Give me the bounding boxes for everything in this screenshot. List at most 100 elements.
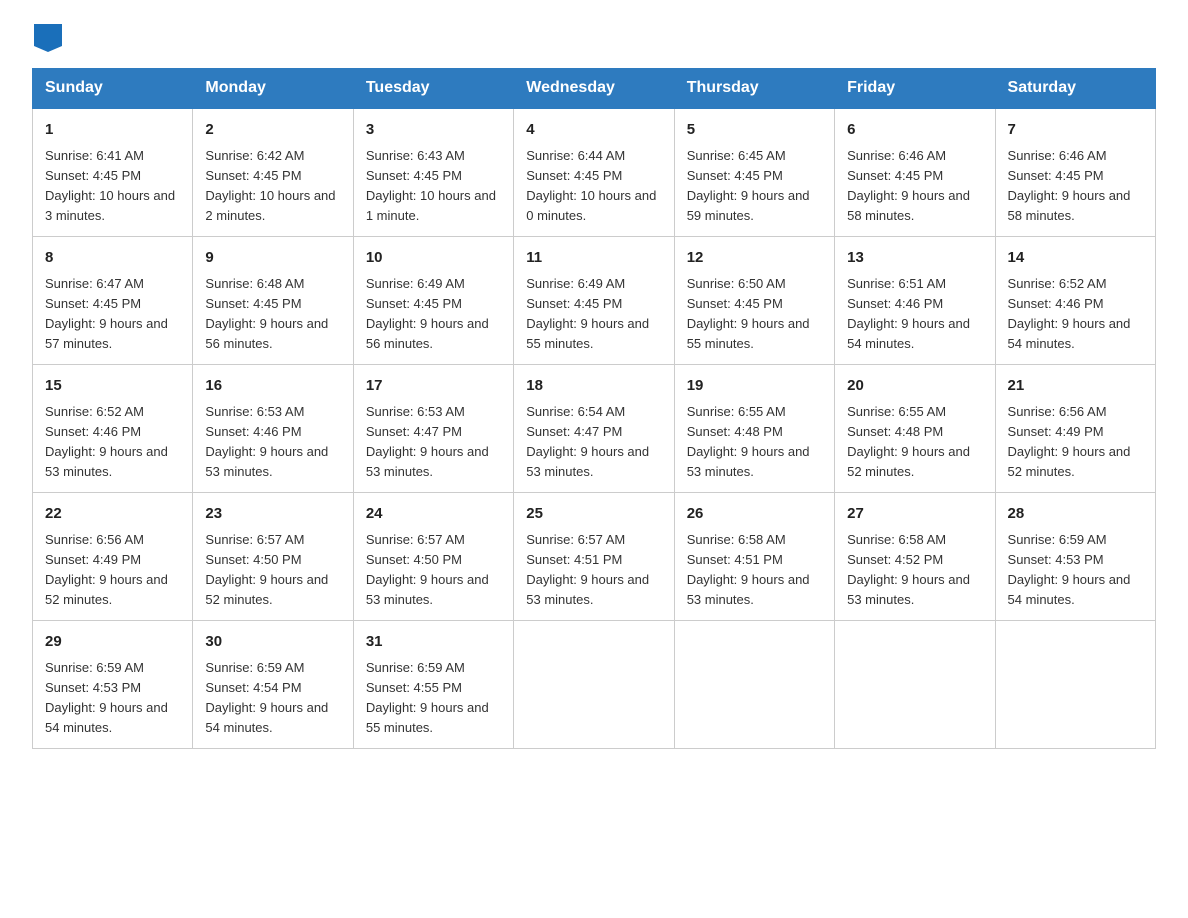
day-number: 5 xyxy=(687,119,822,142)
calendar-table: SundayMondayTuesdayWednesdayThursdayFrid… xyxy=(32,68,1156,749)
calendar-day-cell: 2 Sunrise: 6:42 AMSunset: 4:45 PMDaylight… xyxy=(193,108,353,237)
calendar-day-cell: 29 Sunrise: 6:59 AMSunset: 4:53 PMDayligh… xyxy=(33,621,193,749)
calendar-day-cell: 22 Sunrise: 6:56 AMSunset: 4:49 PMDayligh… xyxy=(33,493,193,621)
day-number: 9 xyxy=(205,247,340,270)
day-number: 14 xyxy=(1008,247,1143,270)
calendar-day-cell: 18 Sunrise: 6:54 AMSunset: 4:47 PMDayligh… xyxy=(514,365,674,493)
day-info: Sunrise: 6:43 AMSunset: 4:45 PMDaylight:… xyxy=(366,146,501,227)
day-info: Sunrise: 6:53 AMSunset: 4:47 PMDaylight:… xyxy=(366,402,501,483)
calendar-week-row: 22 Sunrise: 6:56 AMSunset: 4:49 PMDayligh… xyxy=(33,493,1156,621)
day-header-sunday: Sunday xyxy=(33,69,193,109)
calendar-day-cell: 27Sunrise: 6:58 AMSunset: 4:52 PMDayligh… xyxy=(835,493,995,621)
calendar-day-cell: 21Sunrise: 6:56 AMSunset: 4:49 PMDayligh… xyxy=(995,365,1155,493)
calendar-day-cell: 11 Sunrise: 6:49 AMSunset: 4:45 PMDayligh… xyxy=(514,237,674,365)
day-number: 27 xyxy=(847,503,982,526)
calendar-empty-cell xyxy=(995,621,1155,749)
calendar-day-cell: 14 Sunrise: 6:52 AMSunset: 4:46 PMDayligh… xyxy=(995,237,1155,365)
day-info: Sunrise: 6:54 AMSunset: 4:47 PMDaylight:… xyxy=(526,402,661,483)
day-info: Sunrise: 6:42 AMSunset: 4:45 PMDaylight:… xyxy=(205,146,340,227)
day-info: Sunrise: 6:59 AMSunset: 4:53 PMDaylight:… xyxy=(45,658,180,739)
day-info: Sunrise: 6:51 AMSunset: 4:46 PMDaylight:… xyxy=(847,274,982,355)
day-number: 15 xyxy=(45,375,180,398)
day-number: 29 xyxy=(45,631,180,654)
day-info: Sunrise: 6:57 AMSunset: 4:50 PMDaylight:… xyxy=(205,530,340,611)
calendar-empty-cell xyxy=(835,621,995,749)
logo-icon xyxy=(34,24,62,52)
day-info: Sunrise: 6:41 AMSunset: 4:45 PMDaylight:… xyxy=(45,146,180,227)
day-number: 31 xyxy=(366,631,501,654)
day-info: Sunrise: 6:48 AMSunset: 4:45 PMDaylight:… xyxy=(205,274,340,355)
calendar-empty-cell xyxy=(674,621,834,749)
day-number: 4 xyxy=(526,119,661,142)
calendar-week-row: 15 Sunrise: 6:52 AMSunset: 4:46 PMDayligh… xyxy=(33,365,1156,493)
calendar-day-cell: 19 Sunrise: 6:55 AMSunset: 4:48 PMDayligh… xyxy=(674,365,834,493)
calendar-day-cell: 12 Sunrise: 6:50 AMSunset: 4:45 PMDayligh… xyxy=(674,237,834,365)
day-info: Sunrise: 6:47 AMSunset: 4:45 PMDaylight:… xyxy=(45,274,180,355)
calendar-week-row: 8 Sunrise: 6:47 AMSunset: 4:45 PMDaylight… xyxy=(33,237,1156,365)
calendar-day-cell: 17 Sunrise: 6:53 AMSunset: 4:47 PMDayligh… xyxy=(353,365,513,493)
day-info: Sunrise: 6:56 AMSunset: 4:49 PMDaylight:… xyxy=(45,530,180,611)
calendar-day-cell: 8 Sunrise: 6:47 AMSunset: 4:45 PMDaylight… xyxy=(33,237,193,365)
calendar-day-cell: 5 Sunrise: 6:45 AMSunset: 4:45 PMDaylight… xyxy=(674,108,834,237)
calendar-day-cell: 20 Sunrise: 6:55 AMSunset: 4:48 PMDayligh… xyxy=(835,365,995,493)
day-info: Sunrise: 6:58 AMSunset: 4:51 PMDaylight:… xyxy=(687,530,822,611)
day-number: 1 xyxy=(45,119,180,142)
day-info: Sunrise: 6:45 AMSunset: 4:45 PMDaylight:… xyxy=(687,146,822,227)
calendar-day-cell: 7 Sunrise: 6:46 AMSunset: 4:45 PMDaylight… xyxy=(995,108,1155,237)
day-info: Sunrise: 6:56 AMSunset: 4:49 PMDaylight:… xyxy=(1008,402,1143,483)
day-info: Sunrise: 6:52 AMSunset: 4:46 PMDaylight:… xyxy=(45,402,180,483)
day-number: 28 xyxy=(1008,503,1143,526)
calendar-day-cell: 13 Sunrise: 6:51 AMSunset: 4:46 PMDayligh… xyxy=(835,237,995,365)
calendar-day-cell: 1 Sunrise: 6:41 AMSunset: 4:45 PMDaylight… xyxy=(33,108,193,237)
day-number: 16 xyxy=(205,375,340,398)
day-info: Sunrise: 6:52 AMSunset: 4:46 PMDaylight:… xyxy=(1008,274,1143,355)
day-info: Sunrise: 6:55 AMSunset: 4:48 PMDaylight:… xyxy=(687,402,822,483)
calendar-week-row: 29 Sunrise: 6:59 AMSunset: 4:53 PMDayligh… xyxy=(33,621,1156,749)
day-number: 2 xyxy=(205,119,340,142)
day-number: 7 xyxy=(1008,119,1143,142)
calendar-day-cell: 6Sunrise: 6:46 AMSunset: 4:45 PMDaylight… xyxy=(835,108,995,237)
day-number: 26 xyxy=(687,503,822,526)
day-number: 23 xyxy=(205,503,340,526)
day-info: Sunrise: 6:57 AMSunset: 4:51 PMDaylight:… xyxy=(526,530,661,611)
day-info: Sunrise: 6:49 AMSunset: 4:45 PMDaylight:… xyxy=(366,274,501,355)
calendar-day-cell: 4Sunrise: 6:44 AMSunset: 4:45 PMDaylight… xyxy=(514,108,674,237)
day-header-row: SundayMondayTuesdayWednesdayThursdayFrid… xyxy=(33,69,1156,109)
day-header-wednesday: Wednesday xyxy=(514,69,674,109)
day-number: 10 xyxy=(366,247,501,270)
calendar-day-cell: 23 Sunrise: 6:57 AMSunset: 4:50 PMDayligh… xyxy=(193,493,353,621)
calendar-day-cell: 25 Sunrise: 6:57 AMSunset: 4:51 PMDayligh… xyxy=(514,493,674,621)
day-header-thursday: Thursday xyxy=(674,69,834,109)
day-info: Sunrise: 6:50 AMSunset: 4:45 PMDaylight:… xyxy=(687,274,822,355)
calendar-day-cell: 26 Sunrise: 6:58 AMSunset: 4:51 PMDayligh… xyxy=(674,493,834,621)
day-number: 18 xyxy=(526,375,661,398)
day-header-monday: Monday xyxy=(193,69,353,109)
logo xyxy=(32,24,64,52)
calendar-empty-cell xyxy=(514,621,674,749)
day-number: 3 xyxy=(366,119,501,142)
day-number: 17 xyxy=(366,375,501,398)
day-number: 22 xyxy=(45,503,180,526)
day-info: Sunrise: 6:59 AMSunset: 4:55 PMDaylight:… xyxy=(366,658,501,739)
day-number: 11 xyxy=(526,247,661,270)
day-header-saturday: Saturday xyxy=(995,69,1155,109)
day-info: Sunrise: 6:59 AMSunset: 4:53 PMDaylight:… xyxy=(1008,530,1143,611)
calendar-day-cell: 15 Sunrise: 6:52 AMSunset: 4:46 PMDayligh… xyxy=(33,365,193,493)
day-info: Sunrise: 6:46 AMSunset: 4:45 PMDaylight:… xyxy=(1008,146,1143,227)
calendar-day-cell: 24Sunrise: 6:57 AMSunset: 4:50 PMDayligh… xyxy=(353,493,513,621)
day-number: 20 xyxy=(847,375,982,398)
day-number: 25 xyxy=(526,503,661,526)
day-info: Sunrise: 6:46 AMSunset: 4:45 PMDaylight:… xyxy=(847,146,982,227)
day-info: Sunrise: 6:59 AMSunset: 4:54 PMDaylight:… xyxy=(205,658,340,739)
day-number: 30 xyxy=(205,631,340,654)
day-number: 8 xyxy=(45,247,180,270)
day-number: 24 xyxy=(366,503,501,526)
day-header-friday: Friday xyxy=(835,69,995,109)
day-info: Sunrise: 6:49 AMSunset: 4:45 PMDaylight:… xyxy=(526,274,661,355)
calendar-day-cell: 10 Sunrise: 6:49 AMSunset: 4:45 PMDayligh… xyxy=(353,237,513,365)
day-number: 12 xyxy=(687,247,822,270)
day-info: Sunrise: 6:55 AMSunset: 4:48 PMDaylight:… xyxy=(847,402,982,483)
calendar-day-cell: 30 Sunrise: 6:59 AMSunset: 4:54 PMDayligh… xyxy=(193,621,353,749)
day-number: 13 xyxy=(847,247,982,270)
day-number: 19 xyxy=(687,375,822,398)
